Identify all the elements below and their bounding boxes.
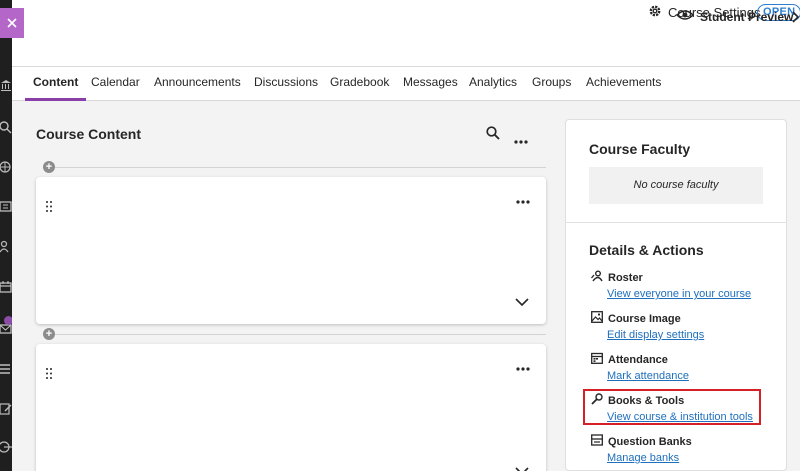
preview-eye-icon <box>675 8 695 25</box>
tab-announcements[interactable]: Announcements <box>154 67 241 101</box>
calendar-nav-icon[interactable] <box>0 280 12 294</box>
action-question-banks: Question Banks Manage banks <box>591 434 692 464</box>
content-item-card[interactable] <box>36 344 546 471</box>
course-content-title: Course Content <box>36 126 141 142</box>
tab-groups[interactable]: Groups <box>532 67 571 101</box>
organizations-icon[interactable] <box>0 240 12 254</box>
chevron-down-icon[interactable] <box>515 462 529 471</box>
search-content-button[interactable] <box>486 126 500 145</box>
action-attendance: Attendance Mark attendance <box>591 352 689 382</box>
drag-handle-icon[interactable] <box>46 199 52 217</box>
drag-handle-icon[interactable] <box>46 366 52 384</box>
course-image-link[interactable]: Edit display settings <box>607 329 704 341</box>
add-content-button[interactable]: + <box>43 161 55 173</box>
divider-line <box>43 334 546 335</box>
more-horizontal-icon[interactable] <box>516 191 530 209</box>
action-course-image: Course Image Edit display settings <box>591 311 704 341</box>
action-title: Roster <box>608 271 643 284</box>
tab-gradebook[interactable]: Gradebook <box>330 67 389 101</box>
course-faculty-heading: Course Faculty <box>589 141 691 157</box>
student-preview-label: Student Preview <box>700 9 794 24</box>
calendar-icon <box>591 352 603 367</box>
tabs-scroll-right-button[interactable] <box>791 10 800 28</box>
search-icon[interactable] <box>0 120 12 134</box>
roster-link[interactable]: View everyone in your course <box>607 288 751 300</box>
gear-icon <box>648 4 662 21</box>
attendance-link[interactable]: Mark attendance <box>607 370 689 382</box>
globe-icon[interactable] <box>0 160 12 174</box>
search-icon <box>486 126 500 144</box>
close-icon <box>6 17 18 29</box>
courses-icon[interactable] <box>0 200 12 214</box>
tab-analytics[interactable]: Analytics <box>469 67 517 101</box>
tab-messages[interactable]: Messages <box>403 67 458 101</box>
sign-out-icon[interactable] <box>0 440 12 454</box>
details-actions-heading: Details & Actions <box>589 242 704 258</box>
action-title: Question Banks <box>608 435 692 448</box>
edit-nav-icon[interactable] <box>0 402 12 416</box>
close-course-button[interactable] <box>0 8 24 38</box>
no-faculty-message: No course faculty <box>589 167 763 204</box>
course-tab-nav: Content Calendar Announcements Discussio… <box>12 66 800 101</box>
more-horizontal-icon[interactable] <box>516 358 530 376</box>
grades-nav-icon[interactable] <box>0 362 12 376</box>
institution-icon[interactable] <box>0 78 12 92</box>
action-roster: Roster View everyone in your course <box>591 270 751 300</box>
student-preview-button[interactable]: Student Preview <box>675 8 794 25</box>
content-more-options-button[interactable] <box>514 131 528 149</box>
tab-achievements[interactable]: Achievements <box>586 67 661 101</box>
left-nav-rail <box>0 0 13 471</box>
chevron-down-icon[interactable] <box>515 293 529 311</box>
tab-calendar[interactable]: Calendar <box>91 67 140 101</box>
question-banks-link[interactable]: Manage banks <box>607 452 692 464</box>
highlight-box <box>583 389 761 425</box>
bank-icon <box>591 434 603 449</box>
roster-icon <box>591 270 603 285</box>
more-horizontal-icon <box>514 131 528 148</box>
action-title: Attendance <box>608 353 668 366</box>
tab-content[interactable]: Content <box>24 67 87 101</box>
chevron-right-icon <box>791 10 800 27</box>
content-item-card[interactable] <box>36 177 546 324</box>
image-icon <box>591 311 603 326</box>
divider-line <box>43 167 546 168</box>
add-content-button[interactable]: + <box>43 328 55 340</box>
panel-divider <box>566 222 786 223</box>
tab-discussions[interactable]: Discussions <box>254 67 318 101</box>
action-title: Course Image <box>608 312 681 325</box>
